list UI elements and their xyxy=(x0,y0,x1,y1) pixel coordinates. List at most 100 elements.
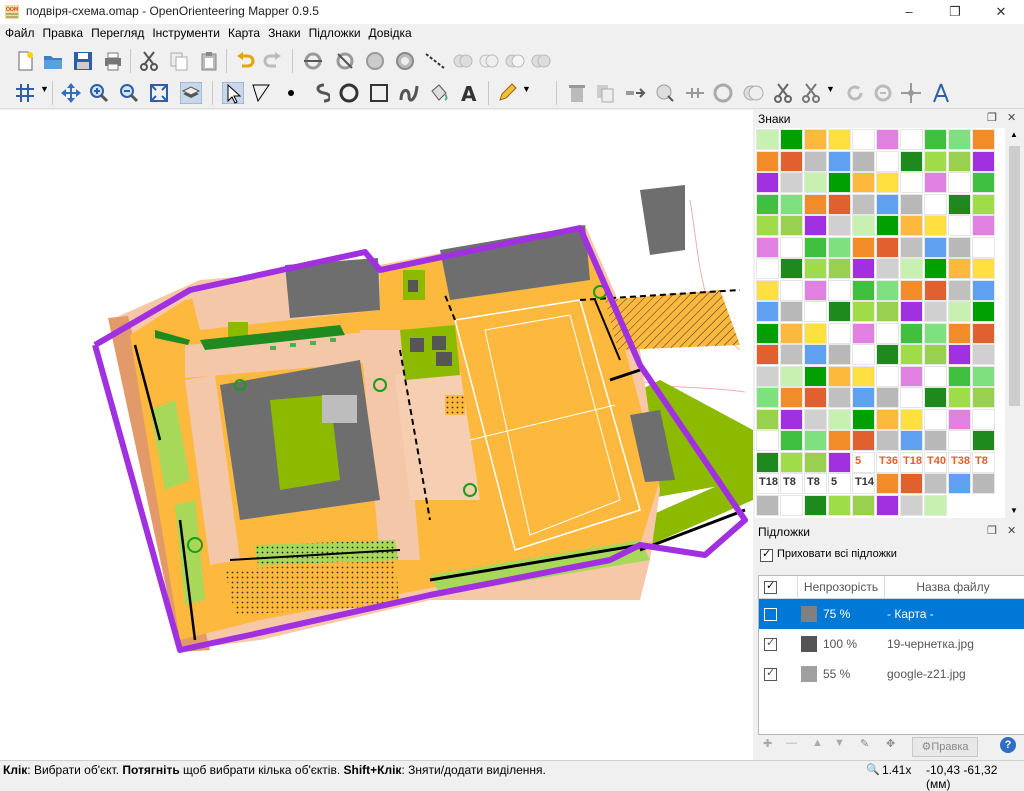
symbol-swatch[interactable] xyxy=(924,408,947,430)
symbol-swatch[interactable] xyxy=(756,258,779,279)
pan-icon[interactable] xyxy=(60,82,82,104)
symbol-swatch[interactable] xyxy=(804,494,827,516)
symbol-swatch[interactable] xyxy=(948,301,971,322)
symbol-swatch[interactable] xyxy=(756,365,779,387)
symbol-swatch[interactable] xyxy=(972,258,995,279)
symbol-swatch[interactable] xyxy=(852,258,875,279)
symbol-swatch[interactable] xyxy=(804,301,827,322)
zoom-out-icon[interactable] xyxy=(118,82,140,104)
symbol-swatch[interactable] xyxy=(876,494,899,516)
symbol-swatch[interactable] xyxy=(972,344,995,365)
symbol-swatch[interactable] xyxy=(828,451,851,473)
symbol-swatch[interactable] xyxy=(900,473,923,494)
symbol-swatch[interactable]: T8 xyxy=(972,451,995,473)
symbol-swatch[interactable] xyxy=(756,279,779,301)
georeference-icon[interactable]: ✎ xyxy=(860,737,869,755)
symbol-swatch[interactable] xyxy=(780,494,803,516)
symbol-swatch[interactable] xyxy=(756,408,779,430)
symbol-swatch[interactable] xyxy=(780,408,803,430)
symbol-swatch[interactable] xyxy=(900,150,923,172)
rotate-pattern-icon[interactable] xyxy=(364,50,386,72)
symbol-swatch[interactable] xyxy=(780,322,803,344)
symbol-swatch[interactable] xyxy=(756,215,779,236)
symbol-swatch[interactable] xyxy=(948,258,971,279)
symbol-swatch[interactable] xyxy=(852,387,875,408)
symbol-swatch[interactable] xyxy=(828,430,851,451)
symbol-swatch[interactable] xyxy=(972,172,995,193)
symbol-swatch[interactable] xyxy=(780,387,803,408)
minimize-button[interactable]: – xyxy=(886,0,932,24)
symbol-swatch[interactable] xyxy=(876,387,899,408)
rotate-icon[interactable] xyxy=(844,82,866,104)
symbol-swatch[interactable] xyxy=(972,387,995,408)
symbol-swatch[interactable] xyxy=(948,172,971,193)
hide-all-checkbox[interactable]: ✓ xyxy=(760,548,773,562)
symbol-swatch[interactable] xyxy=(876,322,899,344)
cut-hole-icon[interactable] xyxy=(334,50,356,72)
cut-away-icon[interactable] xyxy=(742,82,764,104)
symbol-swatch[interactable] xyxy=(948,215,971,236)
symbol-swatch[interactable] xyxy=(756,387,779,408)
symbol-swatch[interactable] xyxy=(972,365,995,387)
symbol-swatch[interactable]: 5 xyxy=(852,451,875,473)
map-drawing[interactable] xyxy=(0,110,753,760)
symbol-swatch[interactable] xyxy=(780,150,803,172)
symbol-swatch[interactable] xyxy=(972,430,995,451)
symbol-swatch[interactable] xyxy=(876,344,899,365)
cut-hole-tool-icon[interactable] xyxy=(800,82,822,104)
symbol-swatch[interactable]: T18 xyxy=(900,451,923,473)
symbol-swatch[interactable] xyxy=(900,430,923,451)
symbol-swatch[interactable] xyxy=(948,473,971,494)
dashed-line-icon[interactable] xyxy=(424,50,446,72)
close-button[interactable]: ✕ xyxy=(978,0,1024,24)
symbol-swatch[interactable] xyxy=(924,193,947,215)
symbol-swatch[interactable] xyxy=(804,150,827,172)
cut-dropdown-icon[interactable]: ▼ xyxy=(826,84,835,94)
symbol-swatch[interactable] xyxy=(948,279,971,301)
symbol-swatch[interactable] xyxy=(756,494,779,516)
symbol-swatch[interactable] xyxy=(828,387,851,408)
menu-templates[interactable]: Підложки xyxy=(305,24,365,42)
opacity-column-header[interactable]: Непрозорість xyxy=(797,576,885,598)
symbol-swatch[interactable] xyxy=(876,172,899,193)
symbol-swatch[interactable] xyxy=(828,150,851,172)
symbol-swatch[interactable]: T14 xyxy=(852,473,875,494)
edit-template-button[interactable]: ⚙Правка xyxy=(912,737,978,757)
symbol-swatch[interactable] xyxy=(900,172,923,193)
symbol-swatch[interactable] xyxy=(876,279,899,301)
symbol-swatch[interactable] xyxy=(948,344,971,365)
edit-line-icon[interactable] xyxy=(250,82,272,104)
symbol-swatch[interactable] xyxy=(972,473,995,494)
symbol-swatch[interactable] xyxy=(924,150,947,172)
grid-dropdown-icon[interactable]: ▼ xyxy=(40,84,49,94)
symbol-swatch[interactable] xyxy=(876,430,899,451)
symbol-swatch[interactable] xyxy=(948,387,971,408)
symbol-swatch[interactable] xyxy=(780,365,803,387)
symbol-swatch[interactable] xyxy=(804,365,827,387)
symbol-swatch[interactable] xyxy=(900,408,923,430)
move-down-icon[interactable]: ▼ xyxy=(834,737,845,755)
symbol-swatch[interactable] xyxy=(876,236,899,258)
symbol-swatch[interactable] xyxy=(876,408,899,430)
table-row[interactable]: ✓ 100 % 19-чернетка.jpg xyxy=(759,629,1024,659)
symbol-swatch[interactable] xyxy=(900,322,923,344)
scissors-icon[interactable] xyxy=(772,82,794,104)
map-canvas[interactable] xyxy=(0,110,753,760)
menu-file[interactable]: Файл xyxy=(1,24,39,42)
symbol-swatch[interactable] xyxy=(876,301,899,322)
symbol-swatch[interactable] xyxy=(852,365,875,387)
symbol-swatch[interactable] xyxy=(924,172,947,193)
symbol-swatch[interactable] xyxy=(924,473,947,494)
symbol-swatch[interactable] xyxy=(924,387,947,408)
symbol-swatch[interactable] xyxy=(756,322,779,344)
symbol-swatch[interactable] xyxy=(780,258,803,279)
symbol-swatch[interactable] xyxy=(852,193,875,215)
edit-tool-icon[interactable] xyxy=(222,82,244,104)
symbol-swatch[interactable] xyxy=(876,129,899,150)
symbol-swatch[interactable] xyxy=(948,365,971,387)
symbol-swatch[interactable] xyxy=(780,172,803,193)
symbol-swatch[interactable] xyxy=(804,129,827,150)
menu-symbols[interactable]: Знаки xyxy=(264,24,305,42)
symbol-swatch[interactable] xyxy=(948,408,971,430)
symbol-swatch[interactable] xyxy=(972,279,995,301)
